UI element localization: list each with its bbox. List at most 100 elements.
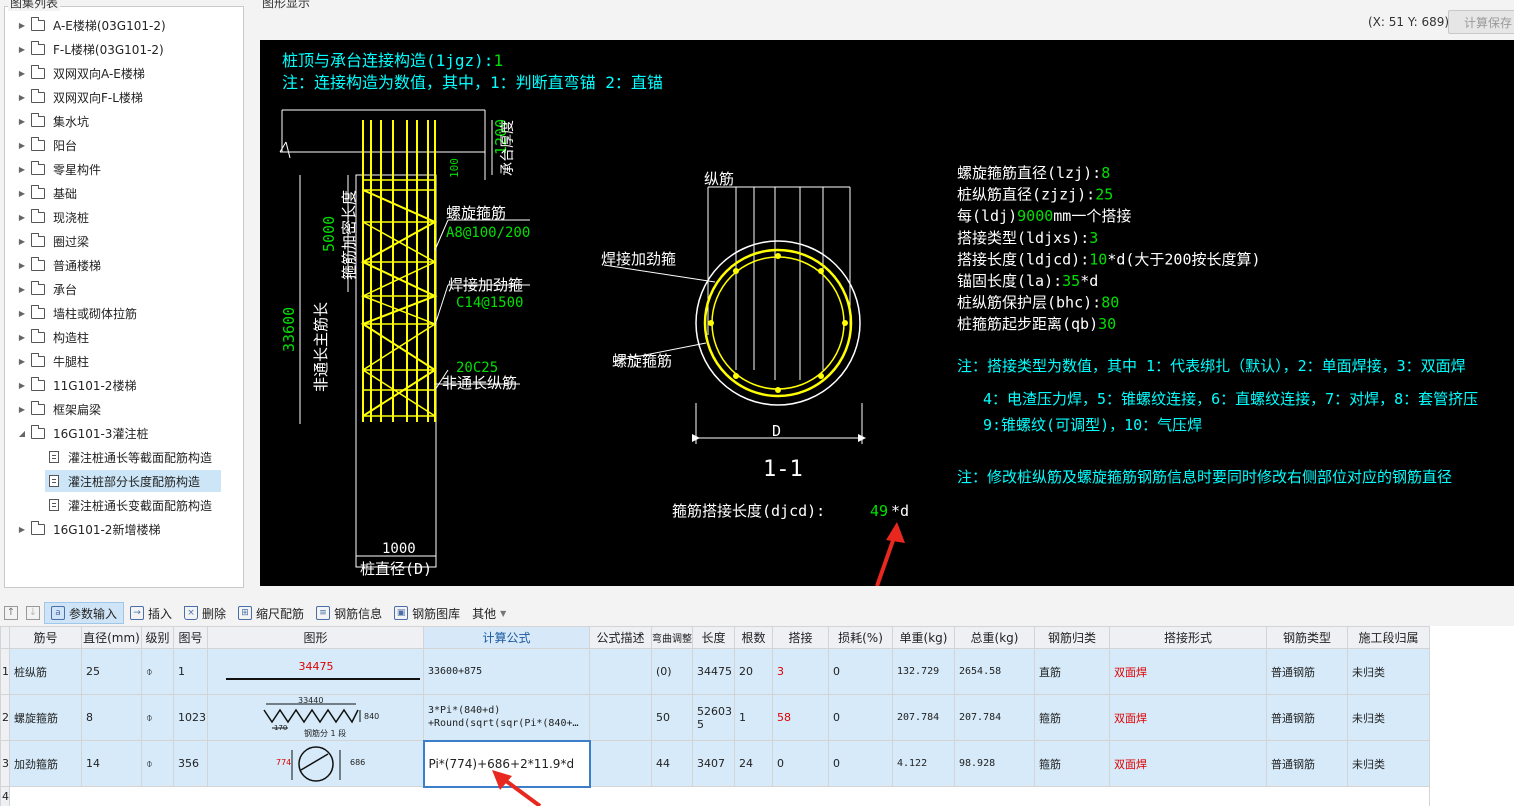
tree-item-folder[interactable]: ▶ 阳台 <box>17 134 77 156</box>
tree-item-folder[interactable]: ▶ 普通楼梯 <box>17 254 101 276</box>
col-header[interactable]: 图号 <box>173 626 208 649</box>
expand-arrow-icon[interactable]: ▶ <box>17 141 27 150</box>
expand-arrow-icon[interactable]: ▶ <box>17 117 27 126</box>
cell-loss[interactable]: 0 <box>828 694 893 741</box>
tree-item-folder[interactable]: ▶ 圈过梁 <box>17 230 89 252</box>
expand-arrow-icon[interactable]: ▶ <box>17 381 27 390</box>
col-header[interactable]: 钢筋归类 <box>1034 626 1110 649</box>
col-header[interactable]: 损耗(%) <box>828 626 893 649</box>
scale-rebar-button[interactable]: ⊞ 缩尺配筋 <box>232 602 310 624</box>
expand-arrow-icon[interactable]: ◢ <box>17 429 27 438</box>
tree-item-doc[interactable]: 灌注桩通长等截面配筋构造 <box>49 446 212 468</box>
cell-shape[interactable]: 774 686 <box>207 740 424 787</box>
cell-lap-form[interactable]: 双面焊 <box>1109 740 1267 787</box>
empty-row[interactable] <box>9 786 1430 806</box>
cell-grade[interactable]: ⌽ <box>141 694 174 741</box>
table-row[interactable]: 1 桩纵筋 25 ⌽ 1 34475 33600+875 (0) 34475 2… <box>0 648 1430 695</box>
expand-arrow-icon[interactable]: ▶ <box>17 285 27 294</box>
move-down-icon[interactable]: ↓ <box>26 606 40 620</box>
cell-bend[interactable]: 50 <box>651 694 693 741</box>
cell-loss[interactable]: 0 <box>828 740 893 787</box>
move-up-icon[interactable]: ↑ <box>4 606 18 620</box>
tree-item-folder[interactable]: ▶ 构造柱 <box>17 326 89 348</box>
tree-item-folder[interactable]: ▶ 双网双向F-L楼梯 <box>17 86 143 108</box>
cell-category[interactable]: 箍筋 <box>1034 694 1110 741</box>
tree-item-folder[interactable]: ▶ 11G101-2楼梯 <box>17 374 136 396</box>
cell-loss[interactable]: 0 <box>828 648 893 695</box>
cell-formula[interactable]: 33600+875 <box>423 648 590 695</box>
cell-lap-form[interactable]: 双面焊 <box>1109 694 1267 741</box>
cad-canvas[interactable]: 桩顶与承台连接构造(1jgz):1 注：连接构造为数值，其中，1：判断直弯锚 2… <box>260 40 1514 586</box>
tree-item-folder[interactable]: ▶ F-L楼梯(03G101-2) <box>17 38 164 60</box>
cell-lap[interactable]: 0 <box>772 740 829 787</box>
other-menu-button[interactable]: 其他 ▼ <box>466 602 512 624</box>
col-header[interactable]: 搭接 <box>772 626 829 649</box>
expand-arrow-icon[interactable]: ▶ <box>17 93 27 102</box>
cell-figure-no[interactable]: 1 <box>173 648 208 695</box>
cell-bend[interactable]: 44 <box>651 740 693 787</box>
expand-arrow-icon[interactable]: ▶ <box>17 69 27 78</box>
cell-category[interactable]: 直筋 <box>1034 648 1110 695</box>
cell-name[interactable]: 螺旋箍筋 <box>9 694 82 741</box>
cell-total-weight[interactable]: 98.928 <box>954 740 1035 787</box>
cell-desc[interactable] <box>589 694 652 741</box>
tree-item-folder[interactable]: ▶ 承台 <box>17 278 77 300</box>
tree-item-folder[interactable]: ▶ 框架扁梁 <box>17 398 101 420</box>
cell-unit-weight[interactable]: 207.784 <box>892 694 955 741</box>
col-header[interactable]: 图形 <box>207 626 424 649</box>
cell-diameter[interactable]: 8 <box>81 694 142 741</box>
cell-bend[interactable]: (0) <box>651 648 693 695</box>
cell-count[interactable]: 24 <box>734 740 773 787</box>
col-header[interactable]: 根数 <box>734 626 773 649</box>
expand-arrow-icon[interactable]: ▶ <box>17 261 27 270</box>
tree-item-doc[interactable]: 灌注桩部分长度配筋构造 <box>45 470 221 492</box>
expand-arrow-icon[interactable]: ▶ <box>17 237 27 246</box>
cell-total-weight[interactable]: 207.784 <box>954 694 1035 741</box>
tree-item-folder[interactable]: ▶ 基础 <box>17 182 77 204</box>
cell-formula[interactable]: 3*Pi*(840+d) +Round(sqrt(sqr(Pi*(840+… <box>423 694 590 741</box>
expand-arrow-icon[interactable]: ▶ <box>17 189 27 198</box>
table-row[interactable]: 3 加劲箍筋 14 ⌽ 356 774 686 Pi*(774)+686+2*1… <box>0 739 1430 788</box>
cell-lap[interactable]: 3 <box>772 648 829 695</box>
cell-segment[interactable]: 未归类 <box>1347 648 1430 695</box>
cell-segment[interactable]: 未归类 <box>1347 740 1430 787</box>
cell-length[interactable]: 34475 <box>692 648 735 695</box>
cell-desc[interactable] <box>589 740 652 787</box>
cell-grade[interactable]: ⌽ <box>141 648 174 695</box>
cell-unit-weight[interactable]: 132.729 <box>892 648 955 695</box>
cell-rebar-type[interactable]: 普通钢筋 <box>1266 740 1348 787</box>
col-header[interactable]: 单重(kg) <box>892 626 955 649</box>
cell-shape[interactable]: 34475 <box>207 648 424 695</box>
cell-name[interactable]: 桩纵筋 <box>9 648 82 695</box>
col-header-formula[interactable]: 计算公式 <box>423 626 590 649</box>
insert-button[interactable]: → 插入 <box>124 602 178 624</box>
rebar-info-button[interactable]: ≡ 钢筋信息 <box>310 602 388 624</box>
calc-save-button[interactable]: 计算保存 <box>1448 10 1514 34</box>
cell-count[interactable]: 20 <box>734 648 773 695</box>
tree-item-folder[interactable]: ▶ A-E楼梯(03G101-2) <box>17 14 166 36</box>
tree-item-folder[interactable]: ▶ 牛腿柱 <box>17 350 89 372</box>
cell-total-weight[interactable]: 2654.58 <box>954 648 1035 695</box>
tree-item-folder[interactable]: ▶ 现浇桩 <box>17 206 89 228</box>
col-header[interactable]: 弯曲调整 <box>651 626 693 649</box>
col-header[interactable]: 总重(kg) <box>954 626 1035 649</box>
cell-figure-no[interactable]: 1023 <box>173 694 208 741</box>
cell-category[interactable]: 箍筋 <box>1034 740 1110 787</box>
cell-count[interactable]: 1 <box>734 694 773 741</box>
table-row[interactable]: 4 <box>0 786 1430 806</box>
cell-lap-form[interactable]: 双面焊 <box>1109 648 1267 695</box>
expand-arrow-icon[interactable]: ▶ <box>17 333 27 342</box>
delete-button[interactable]: × 删除 <box>178 602 232 624</box>
cell-rebar-type[interactable]: 普通钢筋 <box>1266 648 1348 695</box>
cell-segment[interactable]: 未归类 <box>1347 694 1430 741</box>
cell-length[interactable]: 3407 <box>692 740 735 787</box>
col-header[interactable]: 钢筋类型 <box>1266 626 1348 649</box>
tree-item-doc[interactable]: 灌注桩通长变截面配筋构造 <box>49 494 212 516</box>
cell-length[interactable]: 52603 5 <box>692 694 735 741</box>
col-header[interactable]: 筋号 <box>9 626 82 649</box>
cell-figure-no[interactable]: 356 <box>173 740 208 787</box>
expand-arrow-icon[interactable]: ▶ <box>17 165 27 174</box>
rebar-library-button[interactable]: ▣ 钢筋图库 <box>388 602 466 624</box>
cell-grade[interactable]: ⌽ <box>141 740 174 787</box>
tree-item-folder[interactable]: ▶ 墙柱或砌体拉筋 <box>17 302 137 324</box>
